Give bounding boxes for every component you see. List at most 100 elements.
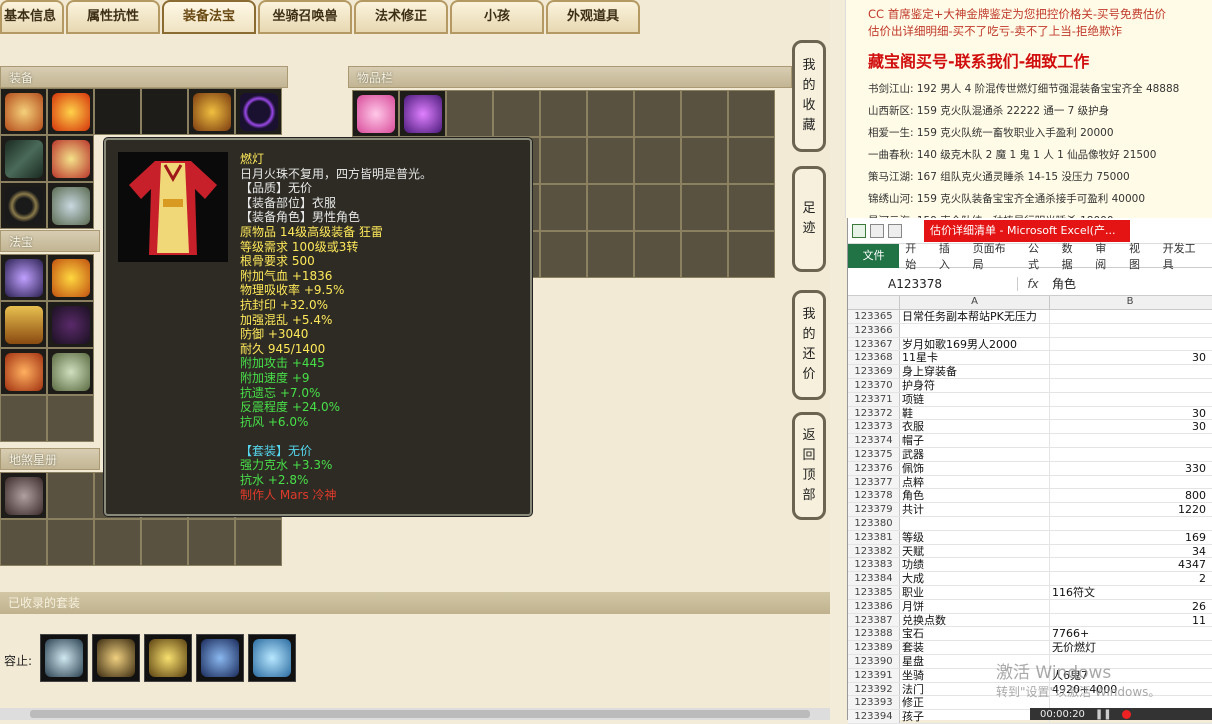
equip-slot-belt[interactable] (188, 88, 235, 135)
cell-a[interactable]: 鞋 (900, 406, 1050, 420)
cell-b[interactable]: 169 (1050, 531, 1210, 544)
row-number[interactable]: 123368 (848, 351, 900, 365)
cell-a[interactable]: 孩子 (900, 710, 1050, 723)
cell-b[interactable] (1050, 448, 1210, 461)
tab-appearance[interactable]: 外观道具 (546, 0, 640, 34)
row-number[interactable]: 123382 (848, 544, 900, 558)
inventory-slot[interactable] (728, 137, 775, 184)
cell-a[interactable]: 套装 (900, 641, 1050, 654)
file-tab[interactable]: 文件 (848, 243, 900, 268)
cell-b[interactable] (1050, 310, 1210, 323)
column-a-header[interactable]: A (900, 296, 1050, 309)
scroll-thumb[interactable] (30, 710, 810, 718)
row-number[interactable]: 123391 (848, 668, 900, 682)
star-slot-8[interactable] (47, 519, 94, 566)
cell-b[interactable] (1050, 379, 1210, 392)
row-number[interactable]: 123387 (848, 613, 900, 627)
select-all[interactable] (848, 296, 900, 309)
magic-slot-3[interactable] (0, 301, 47, 348)
ad-listing[interactable]: 策马江湖: 167 组队克火通灵睡杀 14-15 没压力 75000 (846, 166, 1212, 188)
row-number[interactable]: 123383 (848, 558, 900, 572)
magic-slot-5[interactable] (0, 348, 47, 395)
suite-item-1[interactable] (40, 634, 88, 682)
inventory-slot[interactable] (634, 231, 681, 278)
inventory-slot[interactable] (446, 90, 493, 137)
row-number[interactable]: 123366 (848, 323, 900, 337)
cell-a[interactable]: 武器 (900, 447, 1050, 461)
row-number[interactable]: 123380 (848, 516, 900, 530)
back-to-top-button[interactable]: 返 回 顶 部 (792, 412, 826, 520)
cell-b[interactable]: 26 (1050, 600, 1210, 613)
inventory-slot[interactable] (681, 184, 728, 231)
inventory-slot[interactable] (681, 137, 728, 184)
cell-b[interactable]: 116符文 (1050, 586, 1210, 599)
menu-developer[interactable]: 开发工具 (1157, 240, 1212, 272)
tab-basic-info[interactable]: 基本信息 (0, 0, 64, 34)
ad-listing[interactable]: 锦绣山河: 159 克火队装备宝宝齐全通杀接手可盈利 40000 (846, 188, 1212, 210)
cell-a[interactable]: 岁月如歌169男人2000 (900, 337, 1050, 351)
cell-b[interactable]: 330 (1050, 462, 1210, 475)
magic-slot-4[interactable] (47, 301, 94, 348)
cell-a[interactable]: 功绩 (900, 558, 1050, 571)
row-number[interactable]: 123381 (848, 530, 900, 544)
record-icon[interactable] (1121, 709, 1131, 719)
cell-b[interactable]: 11 (1050, 614, 1210, 627)
magic-slot-7[interactable] (0, 395, 47, 442)
row-number[interactable]: 123390 (848, 654, 900, 668)
cell-b[interactable] (1050, 476, 1210, 489)
cell-b[interactable] (1050, 434, 1210, 447)
cell-b[interactable]: 7766+ (1050, 627, 1210, 640)
cell-a[interactable]: 项链 (900, 392, 1050, 406)
equip-slot-empty-2[interactable] (141, 88, 188, 135)
cell-a[interactable]: 共计 (900, 503, 1050, 516)
pause-icon[interactable]: ❚❚ (1095, 709, 1112, 720)
inventory-slot[interactable] (634, 184, 681, 231)
row-number[interactable]: 123388 (848, 627, 900, 641)
ad-listing[interactable]: 山西新区: 159 克火队混通杀 22222 通一 7 级护身 (846, 100, 1212, 122)
row-number[interactable]: 123394 (848, 710, 900, 723)
inventory-slot[interactable] (540, 184, 587, 231)
name-box[interactable]: A123378 (848, 276, 1018, 291)
suite-item-2[interactable] (92, 634, 140, 682)
cell-b[interactable] (1050, 517, 1210, 530)
row-number[interactable]: 123392 (848, 682, 900, 696)
cell-b[interactable]: 30 (1050, 407, 1210, 420)
save-icon[interactable] (870, 223, 884, 238)
cell-a[interactable]: 点粹 (900, 475, 1050, 489)
cell-b[interactable]: 1220 (1050, 503, 1210, 516)
row-number[interactable]: 123384 (848, 572, 900, 585)
column-b-header[interactable]: B (1050, 296, 1210, 309)
tab-attributes[interactable]: 属性抗性 (66, 0, 160, 34)
inventory-slot[interactable] (728, 231, 775, 278)
inventory-slot[interactable] (728, 184, 775, 231)
row-number[interactable]: 123393 (848, 696, 900, 710)
equip-slot-helmet[interactable] (0, 88, 47, 135)
cell-a[interactable] (900, 323, 1050, 337)
cell-a[interactable]: 月饼 (900, 599, 1050, 613)
cell-b[interactable] (1050, 338, 1210, 351)
formula-input[interactable]: 角色 (1048, 275, 1076, 292)
tab-spell-correction[interactable]: 法术修正 (354, 0, 448, 34)
cell-b[interactable]: 无价燃灯 (1050, 641, 1210, 654)
cell-b[interactable] (1050, 393, 1210, 406)
cell-a[interactable]: 大成 (900, 572, 1050, 585)
suite-item-4[interactable] (196, 634, 244, 682)
star-slot-9[interactable] (94, 519, 141, 566)
cell-b[interactable]: 4347 (1050, 558, 1210, 571)
my-favorites-button[interactable]: 我 的 收 藏 (792, 40, 826, 152)
menu-formulas[interactable]: 公式 (1022, 240, 1056, 272)
row-number[interactable]: 123378 (848, 489, 900, 503)
menu-view[interactable]: 视图 (1123, 240, 1157, 272)
inventory-slot[interactable] (587, 137, 634, 184)
cell-a[interactable]: 角色 (900, 489, 1050, 502)
suite-item-5[interactable] (248, 634, 296, 682)
cell-a[interactable]: 日常任务副本帮站PK无压力 (900, 310, 1050, 323)
tab-mounts[interactable]: 坐骑召唤兽 (258, 0, 352, 34)
cell-a[interactable] (900, 516, 1050, 530)
cell-b[interactable]: 2 (1050, 572, 1210, 585)
star-slot-12[interactable] (235, 519, 282, 566)
row-number[interactable]: 123386 (848, 599, 900, 613)
inventory-slot[interactable] (540, 90, 587, 137)
inventory-slot[interactable] (540, 231, 587, 278)
cell-a[interactable]: 兑换点数 (900, 613, 1050, 627)
